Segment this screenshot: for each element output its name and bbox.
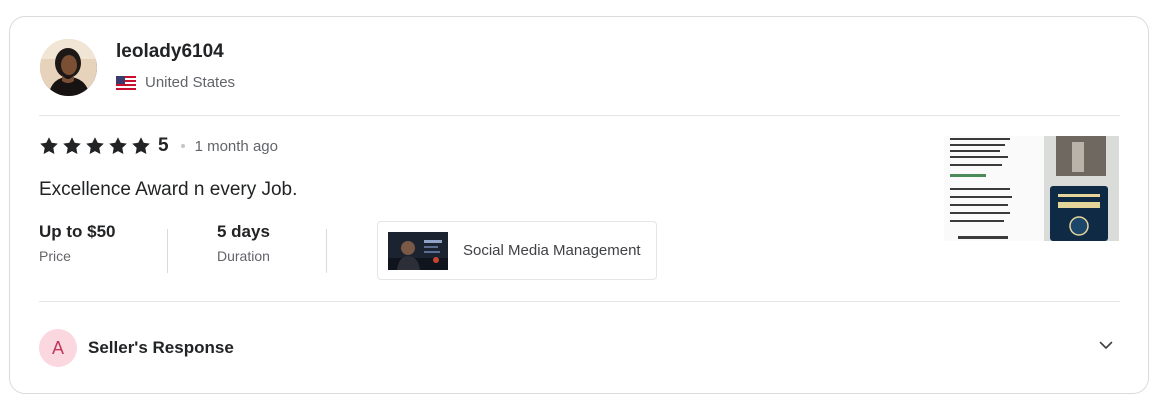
duration-block: 5 days Duration xyxy=(217,222,270,264)
gig-link[interactable]: Social Media Management xyxy=(377,221,657,280)
duration-label: Duration xyxy=(217,248,270,264)
review-text: Excellence Award n every Job. xyxy=(39,179,298,200)
star-icon xyxy=(132,137,150,154)
us-flag-icon xyxy=(116,75,136,90)
meta-divider xyxy=(326,229,327,273)
star-rating xyxy=(39,136,151,156)
rating-value: 5 xyxy=(158,135,169,156)
gig-thumbnail xyxy=(388,231,448,270)
reviewer-username[interactable]: leolady6104 xyxy=(116,41,224,63)
star-icon xyxy=(40,137,58,154)
response-divider xyxy=(39,301,1120,302)
country-name: United States xyxy=(145,74,236,91)
price-block: Up to $50 Price xyxy=(39,222,116,264)
seller-avatar: A xyxy=(39,329,77,367)
price-value: Up to $50 xyxy=(39,222,116,241)
rating-row: 5 1 month ago xyxy=(39,135,278,157)
review-attachment-image[interactable] xyxy=(944,136,1119,241)
chevron-down-icon[interactable] xyxy=(1098,337,1114,353)
seller-response-label: Seller's Response xyxy=(88,338,234,357)
review-time: 1 month ago xyxy=(194,137,278,155)
price-label: Price xyxy=(39,248,71,264)
reviewer-avatar[interactable] xyxy=(40,39,97,96)
header-divider xyxy=(39,115,1120,116)
duration-value: 5 days xyxy=(217,222,270,241)
meta-divider xyxy=(167,229,168,273)
star-icon xyxy=(63,137,81,154)
seller-response-toggle[interactable]: A Seller's Response xyxy=(39,329,234,367)
gig-title: Social Media Management xyxy=(463,242,641,259)
reviewer-country: United States xyxy=(116,74,235,91)
star-icon xyxy=(86,137,104,154)
separator-dot xyxy=(180,144,185,148)
star-icon xyxy=(109,137,127,154)
review-card: leolady6104 United States 5 1 month ago … xyxy=(9,16,1149,394)
